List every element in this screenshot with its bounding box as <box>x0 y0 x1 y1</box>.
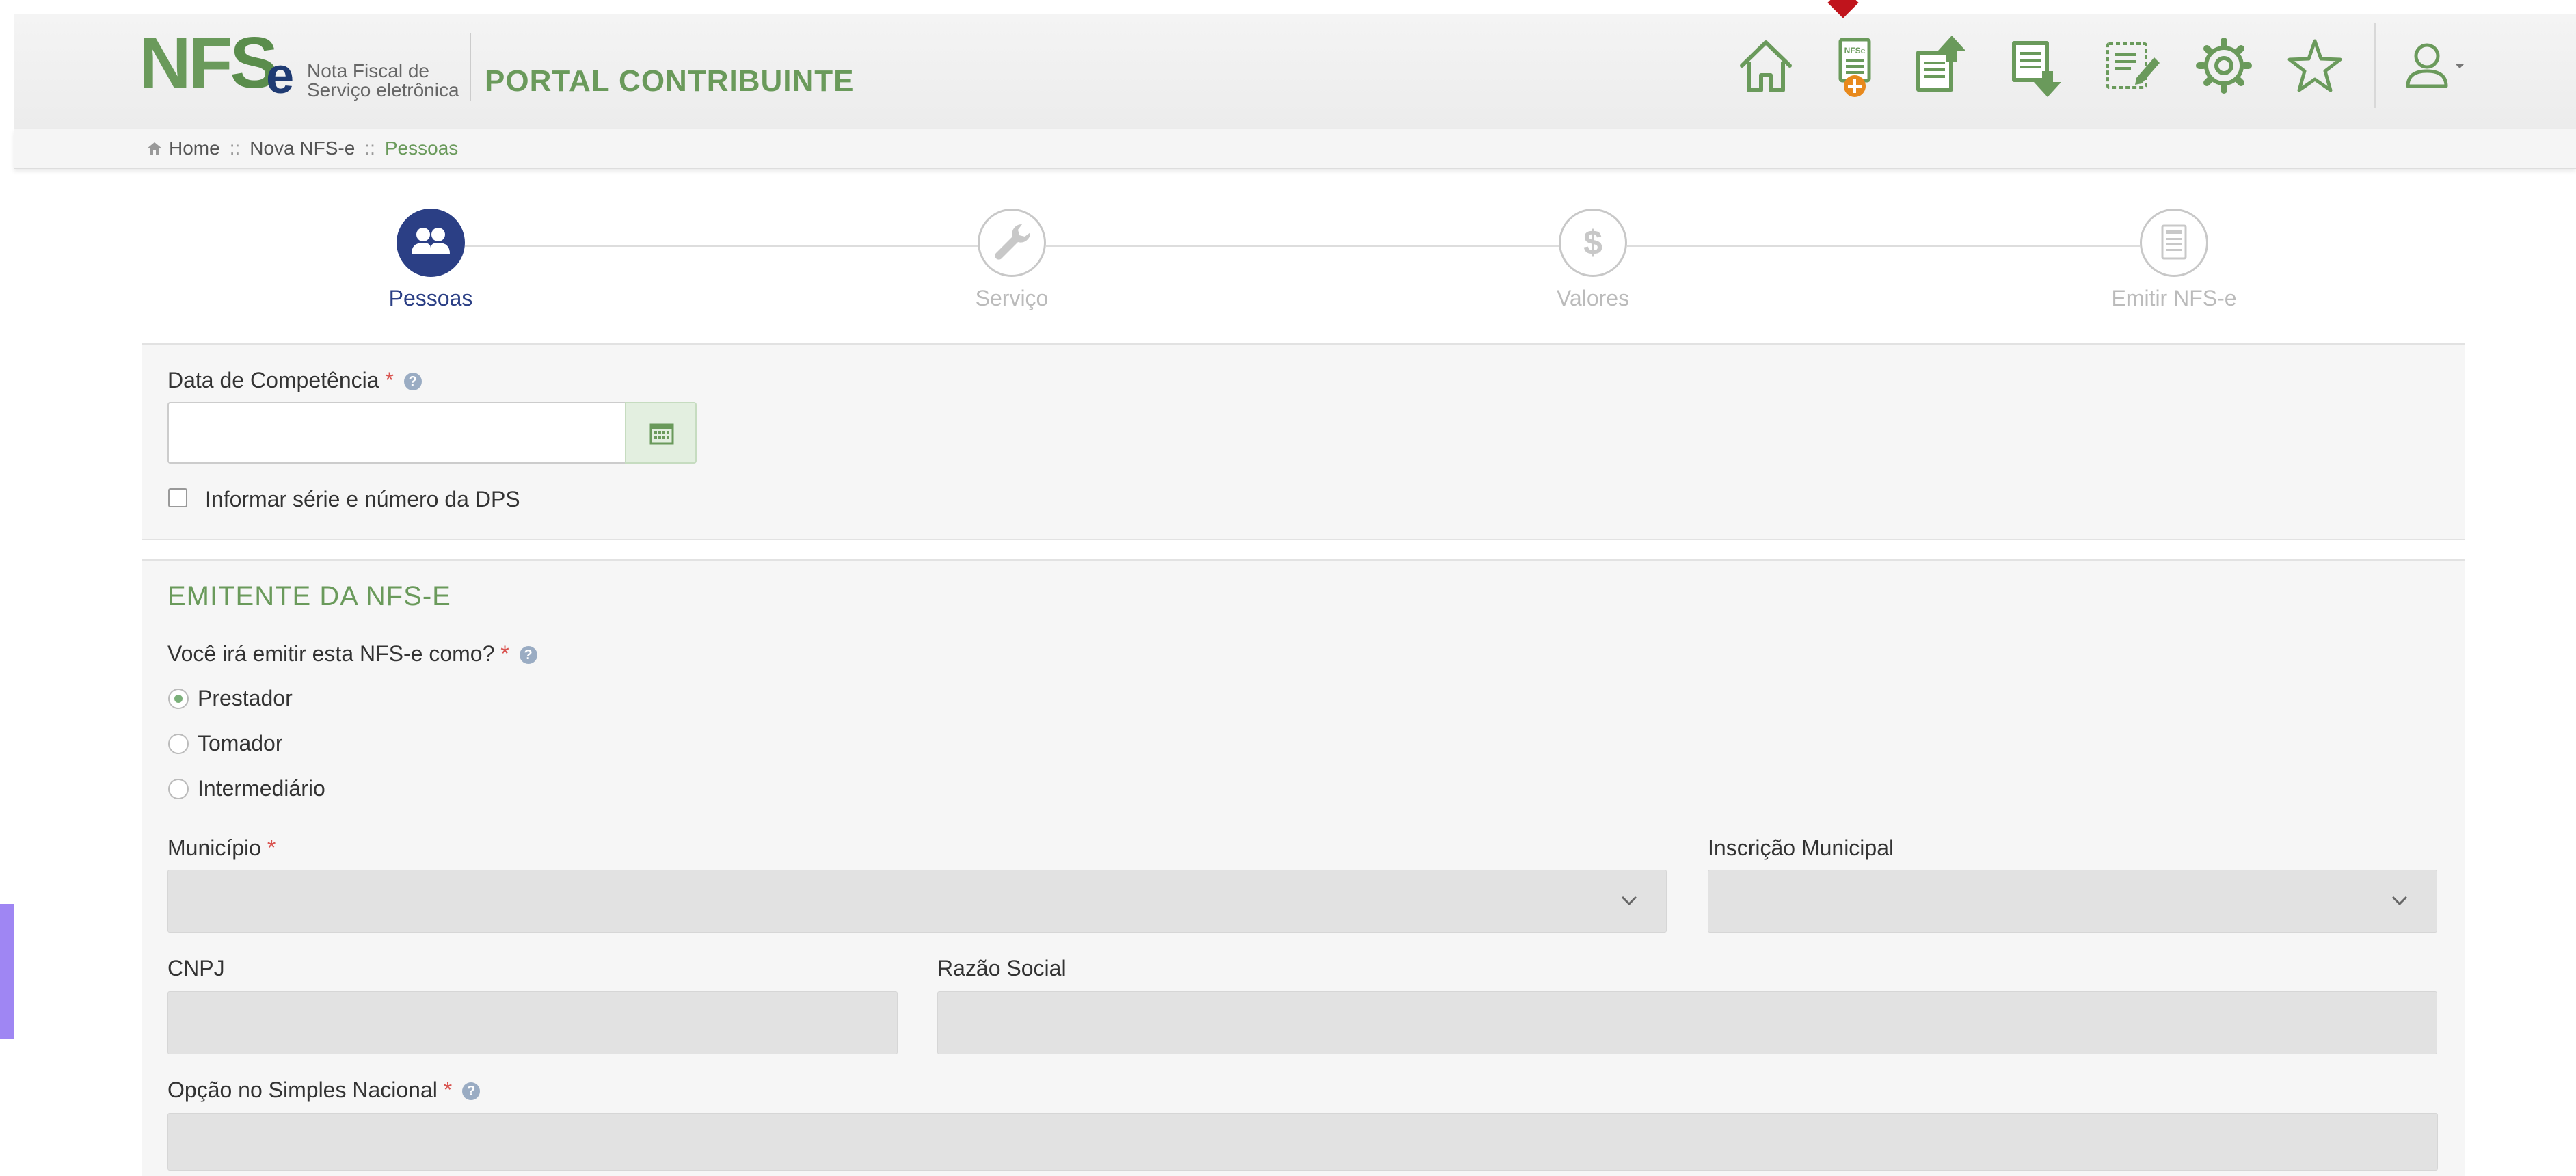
radio-prestador[interactable] <box>168 689 189 709</box>
municipio-select[interactable] <box>167 870 1667 933</box>
side-tab[interactable] <box>0 904 14 1039</box>
chevron-down-icon <box>1621 896 1637 906</box>
logo-nfs-text: NFS <box>139 27 278 99</box>
breadcrumb-current: Pessoas <box>384 137 459 159</box>
help-icon[interactable]: ? <box>462 1082 481 1100</box>
step-connector <box>1046 245 1559 247</box>
required-mark: * <box>267 836 276 860</box>
municipio-label-text: Município <box>167 836 261 860</box>
step-connector <box>1627 245 2140 247</box>
serie-numero-label[interactable]: Informar série e número da DPS <box>205 487 520 512</box>
breadcrumb: Home:: Nova NFS-e:: Pessoas <box>146 135 458 161</box>
user-icon[interactable] <box>2401 33 2469 98</box>
portal-title: PORTAL CONTRIBUINTE <box>485 64 855 98</box>
razao-social-label: Razão Social <box>937 956 1066 980</box>
emitente-section-title: EMITENTE DA NFS-E <box>167 581 451 611</box>
simples-nacional-select[interactable] <box>167 1113 2438 1171</box>
logo-letter-e: e <box>266 47 295 104</box>
calendar-icon <box>649 423 674 445</box>
nav-separator <box>2374 23 2376 108</box>
calendar-button[interactable] <box>625 402 697 464</box>
emitente-question: Você irá emitir esta NFS-e como? * ? <box>167 641 537 667</box>
edit-document-icon[interactable] <box>2102 33 2161 98</box>
radio-tomador[interactable] <box>168 734 189 754</box>
logo-subtitle-line1: Nota Fiscal de <box>307 60 429 81</box>
breadcrumb-home[interactable]: Home <box>169 137 220 159</box>
svg-text:NFSe: NFSe <box>1844 46 1866 55</box>
logo-subtitle: Nota Fiscal de Serviço eletrônica <box>307 62 459 100</box>
competencia-date-input[interactable] <box>167 402 626 464</box>
logo-divider <box>470 33 471 101</box>
step-label-pessoas[interactable]: Pessoas <box>294 286 567 311</box>
radio-intermediario[interactable] <box>168 779 189 799</box>
nfse-logo[interactable]: NFS e Nota Fiscal de Serviço eletrônica <box>139 27 494 104</box>
required-mark: * <box>443 1078 453 1102</box>
wrench-icon <box>995 224 1031 260</box>
help-icon[interactable]: ? <box>403 373 422 390</box>
logo-letter-n: N <box>139 23 191 103</box>
inscricao-select[interactable] <box>1708 870 2437 933</box>
nfse-document-icon <box>2161 224 2187 260</box>
emitente-question-text: Você irá emitir esta NFS-e como? <box>167 641 495 666</box>
gear-icon[interactable] <box>2195 33 2253 98</box>
step-label-valores[interactable]: Valores <box>1456 286 1730 311</box>
export-document-icon[interactable] <box>1911 33 1970 98</box>
breadcrumb-home-icon <box>146 137 163 155</box>
breadcrumb-separator: :: <box>229 137 241 159</box>
competencia-label-text: Data de Competência <box>167 368 379 392</box>
new-nfse-icon[interactable]: NFSe <box>1825 33 1884 98</box>
inscricao-label: Inscrição Municipal <box>1708 836 1894 860</box>
razao-social-field[interactable] <box>937 991 2437 1054</box>
cnpj-field[interactable] <box>167 991 898 1054</box>
competencia-label: Data de Competência * ? <box>167 368 422 393</box>
required-mark: * <box>385 368 394 392</box>
help-icon[interactable]: ? <box>519 646 537 664</box>
svg-text:$: $ <box>1583 224 1602 262</box>
step-label-servico[interactable]: Serviço <box>875 286 1149 311</box>
chevron-down-icon <box>2391 896 2408 906</box>
step-servico[interactable] <box>978 209 1046 277</box>
cnpj-label: CNPJ <box>167 956 225 980</box>
step-emitir[interactable] <box>2140 209 2208 277</box>
radio-label-prestador[interactable]: Prestador <box>198 686 293 711</box>
required-mark: * <box>500 641 509 666</box>
radio-label-intermediario[interactable]: Intermediário <box>198 776 325 801</box>
step-pessoas[interactable] <box>397 209 465 277</box>
simples-nacional-label-text: Opção no Simples Nacional <box>167 1078 438 1102</box>
breadcrumb-nova-nfse[interactable]: Nova NFS-e <box>250 137 355 159</box>
import-document-icon[interactable] <box>2007 33 2065 98</box>
step-label-emitir[interactable]: Emitir NFS-e <box>2037 286 2311 311</box>
step-valores[interactable]: $ <box>1559 209 1627 277</box>
star-icon[interactable] <box>2285 33 2344 98</box>
serie-numero-checkbox[interactable] <box>168 488 187 507</box>
simples-nacional-label: Opção no Simples Nacional * ? <box>167 1078 481 1103</box>
people-icon <box>412 228 450 254</box>
home-icon[interactable] <box>1736 33 1795 98</box>
dollar-icon: $ <box>1583 224 1602 262</box>
step-connector <box>465 245 978 247</box>
logo-letter-f: F <box>188 23 233 103</box>
logo-subtitle-line2: Serviço eletrônica <box>307 79 459 101</box>
radio-label-tomador[interactable]: Tomador <box>198 731 283 756</box>
breadcrumb-separator: :: <box>364 137 375 159</box>
municipio-label: Município * <box>167 836 276 861</box>
